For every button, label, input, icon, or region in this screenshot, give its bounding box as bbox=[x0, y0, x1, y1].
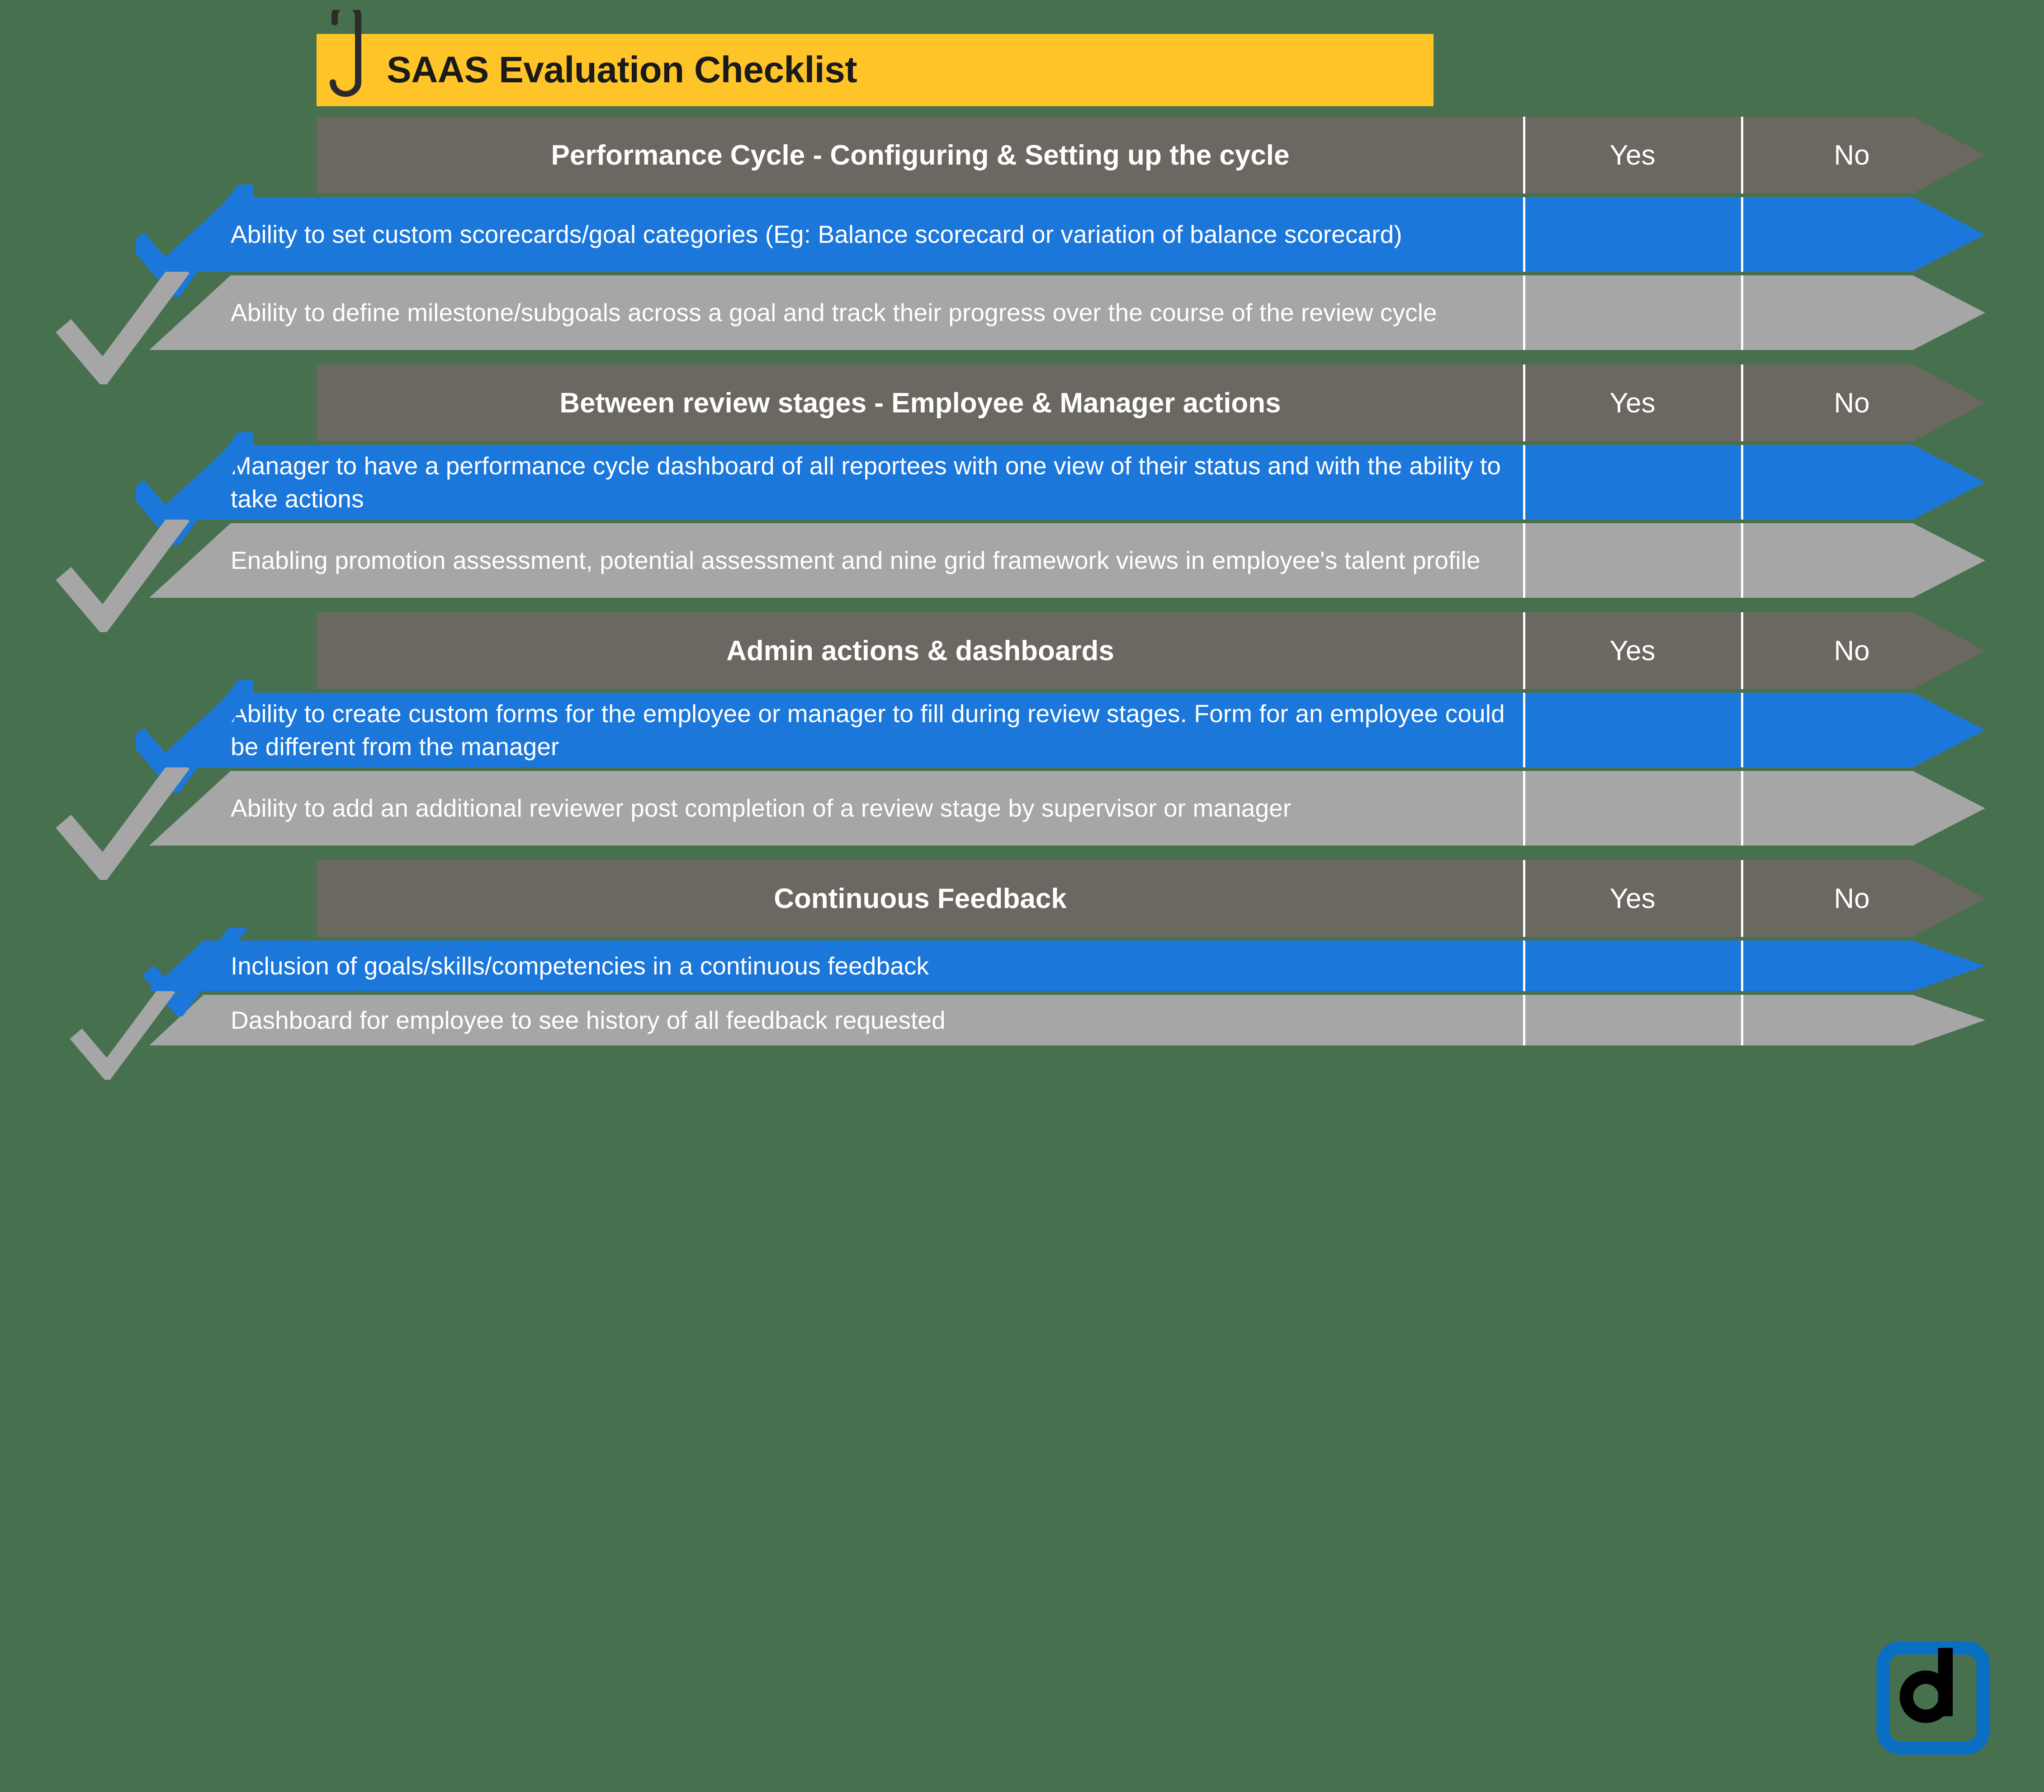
checklist-table: Performance Cycle - Configuring & Settin… bbox=[0, 0, 2044, 1792]
checklist-row[interactable]: Manager to have a performance cycle dash… bbox=[0, 422, 2044, 549]
column-header-no: No bbox=[1834, 139, 1870, 171]
answer-cell-yes[interactable] bbox=[1524, 523, 1741, 598]
answer-cell-yes[interactable] bbox=[1524, 275, 1741, 350]
checklist-row[interactable]: Ability to create custom forms for the e… bbox=[0, 670, 2044, 797]
section-header-row: Between review stages - Employee & Manag… bbox=[0, 364, 2044, 441]
section-header-row: Admin actions & dashboards Yes No bbox=[0, 612, 2044, 689]
brand-logo bbox=[1876, 1641, 1990, 1755]
answer-cell-no[interactable] bbox=[1743, 693, 1960, 767]
checklist-row-label: Ability to set custom scorecards/goal ca… bbox=[231, 220, 1402, 249]
section-header-row: Performance Cycle - Configuring & Settin… bbox=[0, 117, 2044, 194]
answer-cell-yes[interactable] bbox=[1524, 445, 1741, 520]
checklist-row-label: Ability to define milestone/subgoals acr… bbox=[231, 298, 1437, 327]
section-heading: Between review stages - Employee & Manag… bbox=[559, 387, 1281, 419]
answer-cell-yes[interactable] bbox=[1524, 941, 1741, 991]
answer-cell-no[interactable] bbox=[1743, 995, 1960, 1045]
checklist-row[interactable]: Ability to define milestone/subgoals acr… bbox=[0, 261, 2044, 389]
answer-cell-no[interactable] bbox=[1743, 197, 1960, 272]
checklist-row-label: Inclusion of goals/skills/competencies i… bbox=[231, 951, 929, 980]
section-heading: Continuous Feedback bbox=[774, 883, 1067, 914]
answer-cell-no[interactable] bbox=[1743, 445, 1960, 520]
checklist-row-label: Enabling promotion assessment, potential… bbox=[231, 546, 1481, 575]
answer-cell-yes[interactable] bbox=[1524, 197, 1741, 272]
checklist-row[interactable]: Dashboard for employee to see history of… bbox=[0, 983, 2044, 1083]
column-header-no: No bbox=[1834, 387, 1870, 419]
checklist-row-label: Dashboard for employee to see history of… bbox=[231, 1006, 946, 1034]
checklist-row-label: Ability to add an additional reviewer po… bbox=[231, 794, 1292, 823]
column-header-yes: Yes bbox=[1609, 635, 1656, 667]
checklist-row[interactable]: Ability to set custom scorecards/goal ca… bbox=[0, 174, 2044, 301]
checklist-row[interactable]: Enabling promotion assessment, potential… bbox=[0, 509, 2044, 637]
answer-cell-no[interactable] bbox=[1743, 941, 1960, 991]
checklist-row[interactable]: Inclusion of goals/skills/competencies i… bbox=[0, 919, 2044, 1020]
column-header-no: No bbox=[1834, 635, 1870, 667]
answer-cell-no[interactable] bbox=[1743, 275, 1960, 350]
column-header-yes: Yes bbox=[1609, 883, 1656, 914]
answer-cell-no[interactable] bbox=[1743, 771, 1960, 846]
checklist-row-label: Ability to create custom forms for the e… bbox=[231, 699, 1505, 761]
paperclip-icon bbox=[330, 10, 361, 97]
checklist-row-label: Manager to have a performance cycle dash… bbox=[231, 451, 1501, 513]
column-header-no: No bbox=[1834, 883, 1870, 914]
answer-cell-yes[interactable] bbox=[1524, 771, 1741, 846]
section-header-row: Continuous Feedback Yes No bbox=[0, 860, 2044, 937]
answer-cell-no[interactable] bbox=[1743, 523, 1960, 598]
section-heading: Performance Cycle - Configuring & Settin… bbox=[551, 139, 1290, 171]
section-heading: Admin actions & dashboards bbox=[726, 635, 1114, 667]
checklist-row[interactable]: Ability to add an additional reviewer po… bbox=[0, 757, 2044, 884]
answer-cell-yes[interactable] bbox=[1524, 693, 1741, 767]
column-header-yes: Yes bbox=[1609, 139, 1656, 171]
answer-cell-yes[interactable] bbox=[1524, 995, 1741, 1045]
column-header-yes: Yes bbox=[1609, 387, 1656, 419]
